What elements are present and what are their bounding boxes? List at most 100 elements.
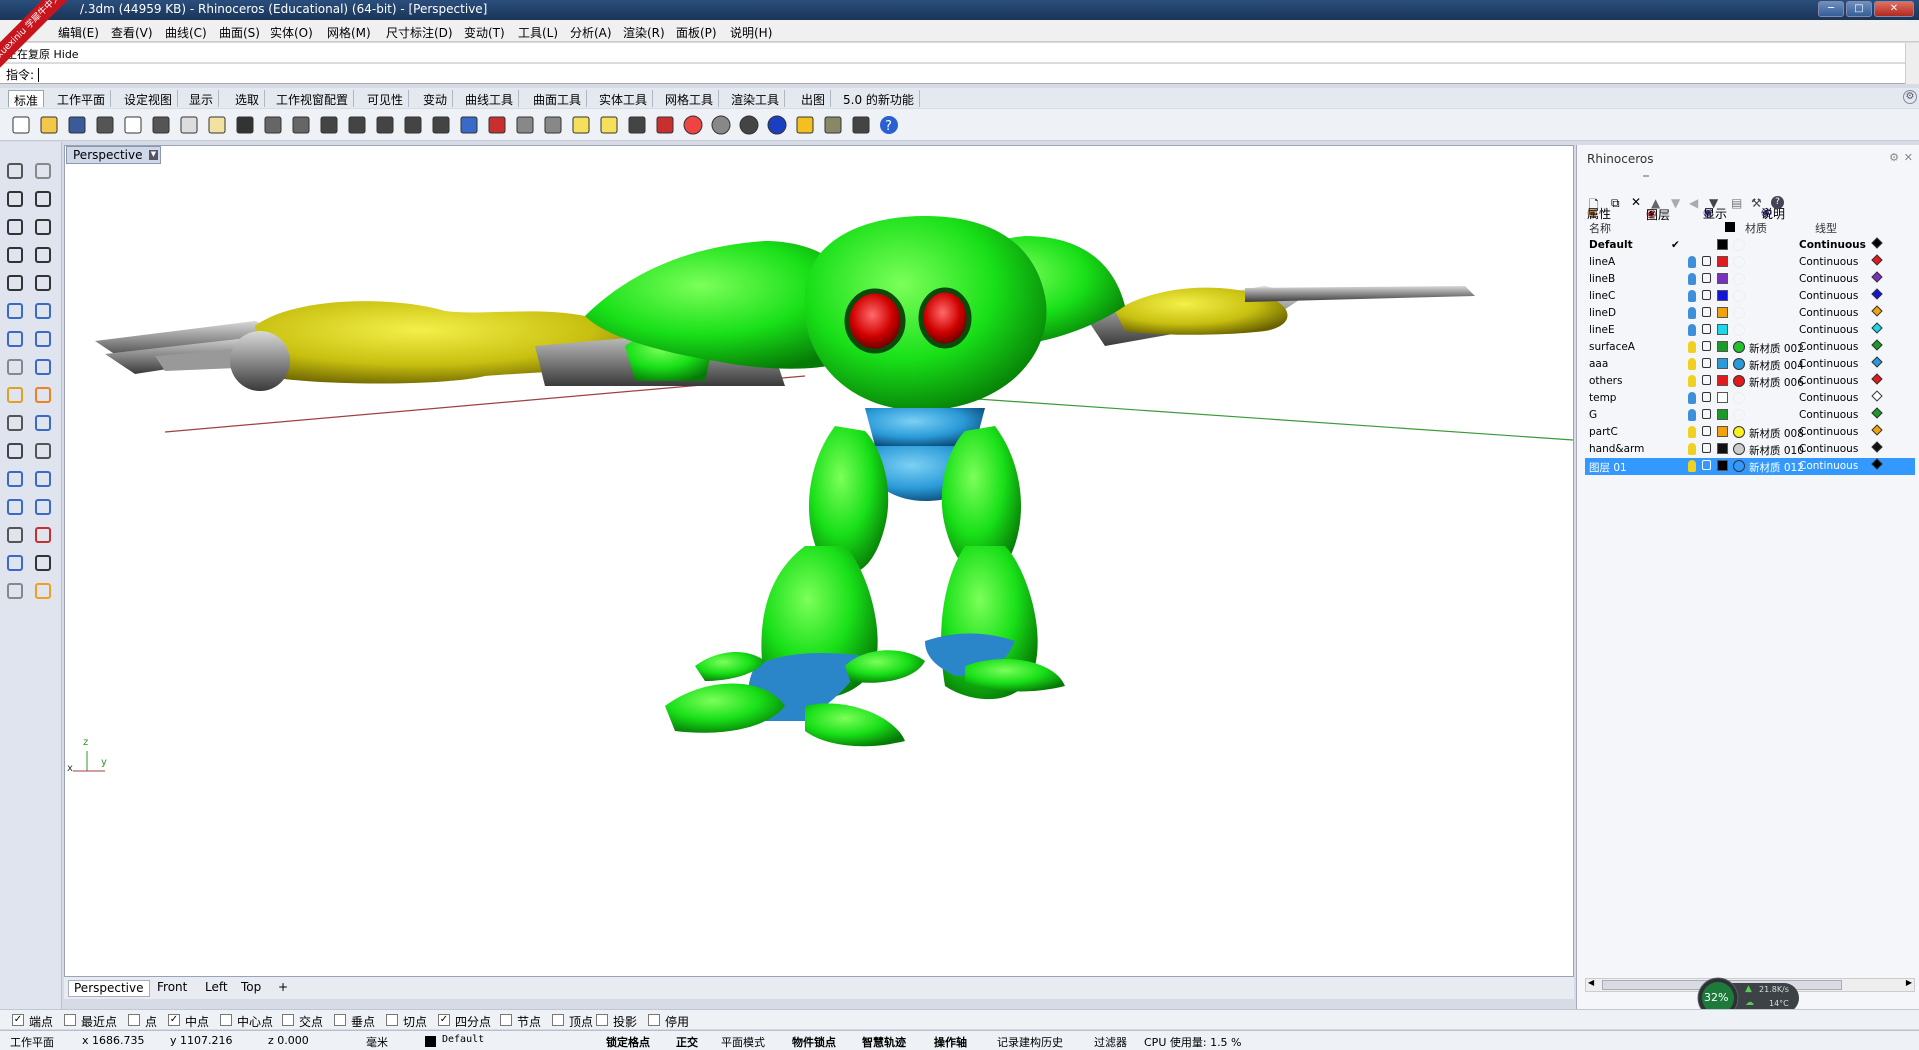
- tools-icon[interactable]: ⚒: [1751, 196, 1762, 210]
- layer-linetype[interactable]: Continuous: [1799, 443, 1858, 455]
- print-color-diamond[interactable]: [1871, 390, 1883, 402]
- lock-icon[interactable]: [1702, 426, 1711, 436]
- layer-color-swatch[interactable]: [1717, 426, 1728, 437]
- layer-linetype[interactable]: Continuous: [1799, 290, 1858, 302]
- layer-row[interactable]: 图层 01 新材质 012 Continuous: [1585, 458, 1915, 475]
- viewport-tab-front[interactable]: Front: [152, 980, 192, 997]
- layer-linetype[interactable]: Continuous: [1799, 324, 1858, 336]
- delete-layer-icon[interactable]: ✕: [1631, 195, 1641, 209]
- status-toggle-4[interactable]: 智慧轨迹: [862, 1034, 906, 1050]
- perspective-viewport[interactable]: y z x: [64, 145, 1574, 977]
- menu-item-1[interactable]: 查看(V): [111, 24, 153, 41]
- toolbar-tab-6[interactable]: 可见性: [362, 90, 410, 107]
- layer-name[interactable]: lineC: [1589, 290, 1615, 302]
- explode-icon[interactable]: [32, 384, 54, 406]
- layer-row[interactable]: Default ✔ Continuous: [1585, 237, 1915, 254]
- material-ball-icon[interactable]: [1733, 273, 1745, 285]
- material-ball-icon[interactable]: [1733, 443, 1745, 455]
- osnap-checkbox[interactable]: ✓: [168, 1014, 180, 1026]
- layer-name[interactable]: hand&arm: [1589, 443, 1644, 455]
- layer-linetype[interactable]: Continuous: [1799, 273, 1858, 285]
- rectangle-icon[interactable]: [32, 244, 54, 266]
- layer-linetype[interactable]: Continuous: [1799, 341, 1858, 353]
- material-ball-icon[interactable]: [1733, 375, 1745, 387]
- bulb-icon[interactable]: [1688, 290, 1696, 302]
- pan-icon[interactable]: [262, 114, 284, 136]
- new-icon[interactable]: [10, 114, 32, 136]
- layer-row[interactable]: temp Continuous: [1585, 390, 1915, 407]
- point-icon[interactable]: [32, 160, 54, 182]
- zoom-icon[interactable]: [318, 114, 340, 136]
- bulb-icon[interactable]: [1688, 460, 1696, 472]
- layer-name[interactable]: 图层 01: [1589, 460, 1627, 475]
- osnap-label[interactable]: 垂点: [351, 1013, 375, 1030]
- status-layer[interactable]: Default: [442, 1034, 484, 1045]
- layer-name[interactable]: G: [1589, 409, 1597, 421]
- ellipse-icon[interactable]: [32, 216, 54, 238]
- select-icon[interactable]: [794, 114, 816, 136]
- material-ball-icon[interactable]: [1733, 460, 1745, 472]
- bulb-icon[interactable]: [1688, 392, 1696, 404]
- layer-row[interactable]: lineC Continuous: [1585, 288, 1915, 305]
- scale-icon[interactable]: [32, 468, 54, 490]
- bulb-icon[interactable]: [1688, 341, 1696, 353]
- osnap-label[interactable]: 顶点: [569, 1013, 593, 1030]
- material-ball-icon[interactable]: [1733, 392, 1745, 404]
- transform-icon[interactable]: [4, 384, 26, 406]
- zoom-selected-icon[interactable]: [402, 114, 424, 136]
- lock-icon[interactable]: [1702, 443, 1711, 453]
- status-toggle-1[interactable]: 正交: [676, 1034, 698, 1050]
- polygon-icon[interactable]: [4, 244, 26, 266]
- command-input[interactable]: [38, 68, 41, 82]
- minimize-button[interactable]: ─: [1818, 1, 1844, 17]
- toolbar-tab-12[interactable]: 渲染工具: [726, 90, 786, 107]
- osnap-checkbox[interactable]: [552, 1014, 564, 1026]
- layer-color-swatch[interactable]: [1717, 443, 1728, 454]
- status-toggle-3[interactable]: 物件锁点: [792, 1034, 836, 1050]
- print-color-diamond[interactable]: [1871, 424, 1883, 436]
- bulb-icon[interactable]: [1688, 307, 1696, 319]
- close-button[interactable]: ✕: [1874, 1, 1914, 17]
- layer-color-swatch[interactable]: [1717, 375, 1728, 386]
- osnap-checkbox[interactable]: [596, 1014, 608, 1026]
- viewport-title-tab[interactable]: Perspective ▼: [66, 146, 161, 164]
- group-icon[interactable]: [4, 496, 26, 518]
- layer-color-swatch[interactable]: [1717, 239, 1728, 250]
- chevron-down-icon[interactable]: ▼: [149, 150, 158, 160]
- material-ball-icon[interactable]: [1733, 324, 1745, 336]
- copy-icon[interactable]: [178, 114, 200, 136]
- cplane-icon[interactable]: [850, 114, 872, 136]
- layer-current-check[interactable]: ✔: [1671, 239, 1680, 251]
- boolean-icon[interactable]: [32, 328, 54, 350]
- toolbar-tab-13[interactable]: 出图: [796, 90, 832, 107]
- lock-icon[interactable]: [1702, 375, 1711, 385]
- layer-linetype[interactable]: Continuous: [1799, 460, 1858, 472]
- arc-icon[interactable]: [4, 272, 26, 294]
- layer-row[interactable]: others 新材质 006 Continuous: [1585, 373, 1915, 390]
- polyline-icon[interactable]: [4, 188, 26, 210]
- status-toggle-7[interactable]: 过滤器: [1094, 1034, 1127, 1050]
- print-color-diamond[interactable]: [1871, 322, 1883, 334]
- toolbar-tab-8[interactable]: 曲线工具: [460, 90, 520, 107]
- osnap-checkbox[interactable]: [282, 1014, 294, 1026]
- layer-name[interactable]: lineE: [1589, 324, 1615, 336]
- layer-row[interactable]: lineD Continuous: [1585, 305, 1915, 322]
- layer-name[interactable]: lineA: [1589, 256, 1615, 268]
- layer-color-swatch[interactable]: [1717, 358, 1728, 369]
- lock-icon[interactable]: [1702, 273, 1711, 283]
- scroll-right-icon[interactable]: ▶: [1906, 978, 1912, 987]
- toolbar-tab-11[interactable]: 网格工具: [660, 90, 720, 107]
- layer-icon[interactable]: [4, 580, 26, 602]
- maximize-button[interactable]: □: [1846, 1, 1872, 17]
- print-color-diamond[interactable]: [1871, 441, 1883, 453]
- print-color-diamond[interactable]: [1871, 288, 1883, 300]
- bulb-icon[interactable]: [1688, 375, 1696, 387]
- print-color-diamond[interactable]: [1871, 407, 1883, 419]
- layer-name[interactable]: aaa: [1589, 358, 1608, 370]
- osnap-checkbox[interactable]: [220, 1014, 232, 1026]
- bulb-icon[interactable]: [1688, 256, 1696, 268]
- osnap-label[interactable]: 停用: [665, 1013, 689, 1030]
- layer-row[interactable]: aaa 新材质 004 Continuous: [1585, 356, 1915, 373]
- toolbar-tab-7[interactable]: 变动: [418, 90, 454, 107]
- layer-row[interactable]: lineB Continuous: [1585, 271, 1915, 288]
